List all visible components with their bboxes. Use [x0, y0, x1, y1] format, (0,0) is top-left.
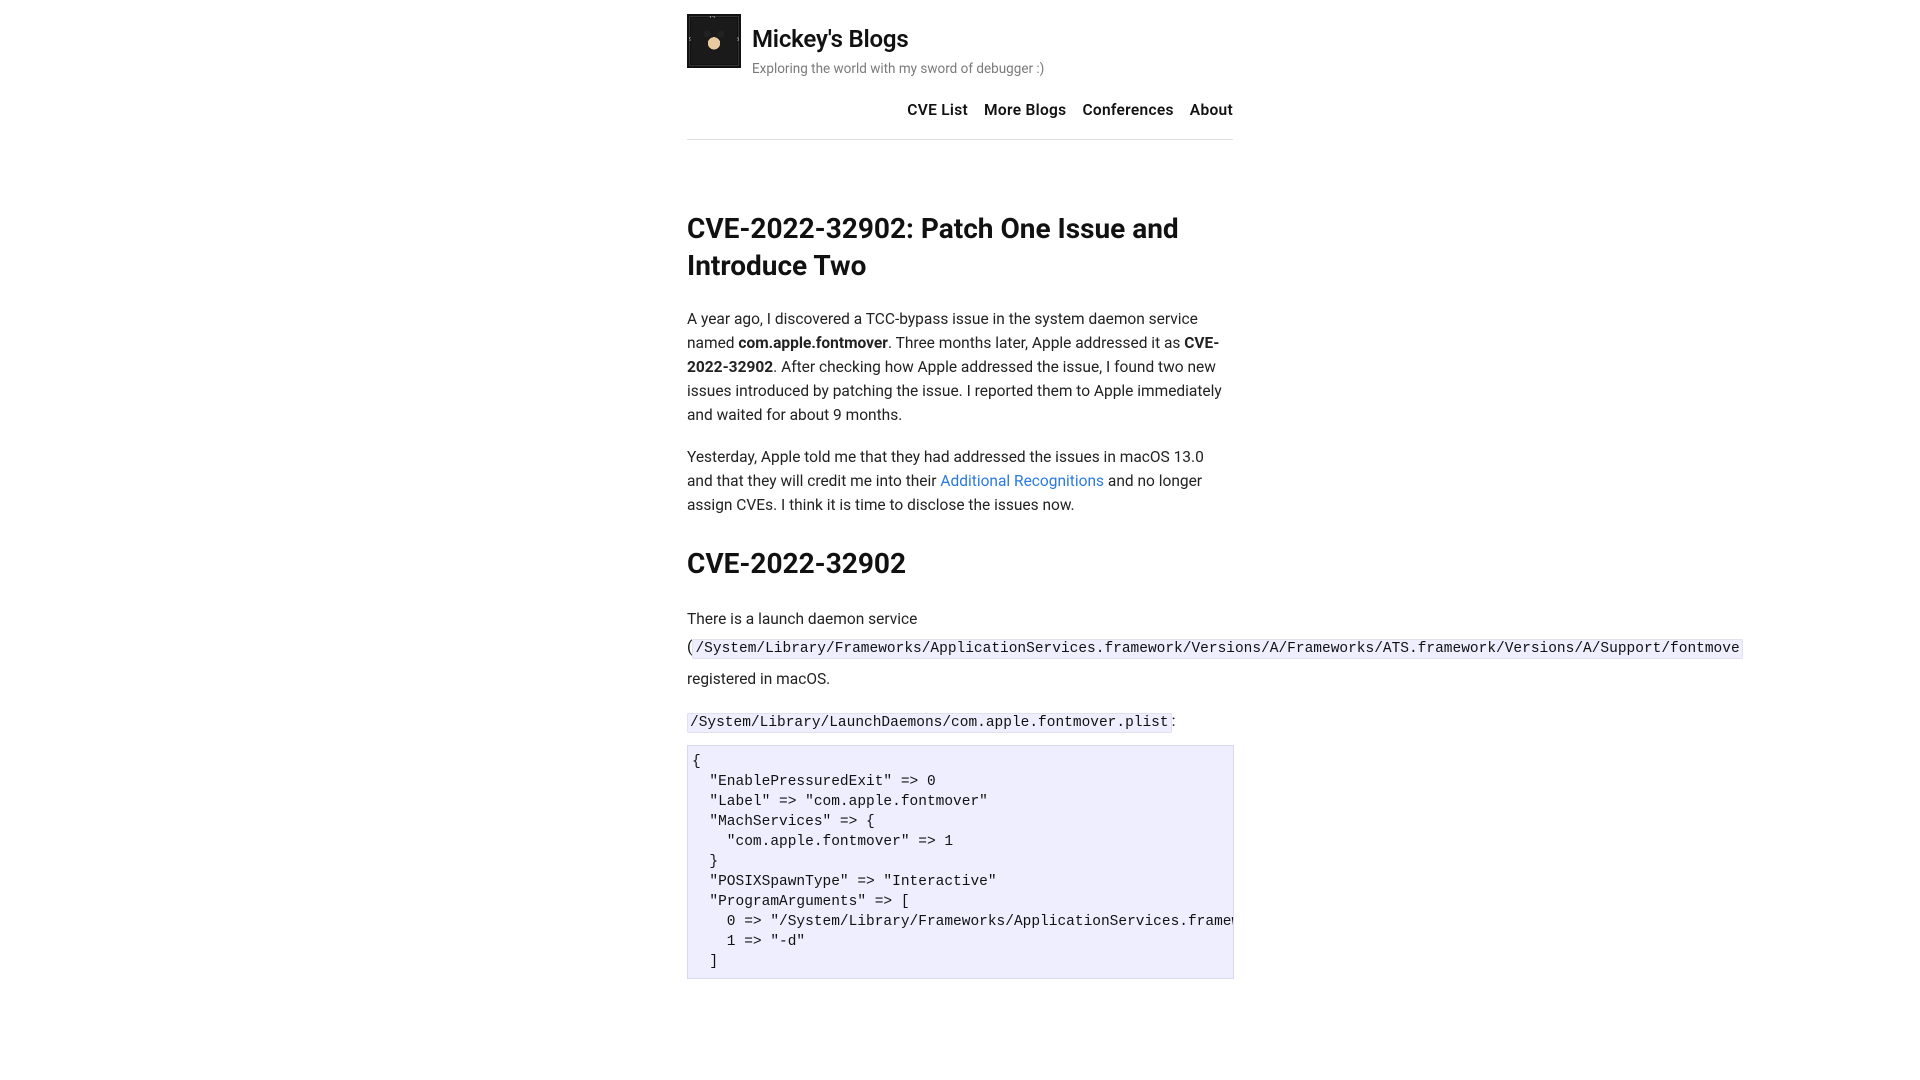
article: CVE-2022-32902: Patch One Issue and Intr…: [687, 140, 1233, 979]
avatar[interactable]: 12 11 1 9 3 8 4: [687, 14, 741, 68]
site-title[interactable]: Mickey's Blogs: [752, 21, 1044, 57]
nav-about[interactable]: About: [1190, 99, 1233, 122]
section-title: CVE-2022-32902: [687, 543, 1233, 585]
p3-text: There is a launch daemon service: [687, 610, 917, 628]
plist-colon: :: [1172, 711, 1176, 730]
p3: There is a launch daemon service: [687, 607, 1233, 631]
intro-paragraph-1: A year ago, I discovered a TCC-bypass is…: [687, 307, 1233, 427]
main-nav: CVE List More Blogs Conferences About: [687, 87, 1233, 139]
plist-codeblock[interactable]: { "EnablePressuredExit" => 0 "Label" => …: [687, 745, 1234, 979]
daemon-path-code: /System/Library/Frameworks/ApplicationSe…: [692, 639, 1742, 659]
intro-paragraph-2: Yesterday, Apple told me that they had a…: [687, 445, 1233, 517]
codeblock-wrap: { "EnablePressuredExit" => 0 "Label" => …: [687, 745, 1234, 979]
p4: registered in macOS.: [687, 667, 1233, 691]
tagline: Exploring the world with my sword of deb…: [752, 59, 1044, 79]
p1-service-name: com.apple.fontmover: [738, 334, 888, 352]
nav-more-blogs[interactable]: More Blogs: [984, 99, 1066, 122]
plist-path-code: /System/Library/LaunchDaemons/com.apple.…: [687, 713, 1172, 733]
article-title: CVE-2022-32902: Patch One Issue and Intr…: [687, 210, 1233, 286]
title-block: Mickey's Blogs Exploring the world with …: [752, 14, 1044, 79]
p4-text: registered in macOS.: [687, 670, 830, 688]
page-container: 12 11 1 9 3 8 4 Mickey's Blogs Exploring…: [687, 0, 1233, 979]
nav-cve-list[interactable]: CVE List: [907, 99, 968, 122]
site-header: 12 11 1 9 3 8 4 Mickey's Blogs Exploring…: [687, 14, 1233, 87]
plist-path-line: /System/Library/LaunchDaemons/com.apple.…: [687, 709, 1233, 735]
nav-conferences[interactable]: Conferences: [1082, 99, 1173, 122]
p1-text-mid: . Three months later, Apple addressed it…: [888, 334, 1184, 352]
daemon-path-line: (/System/Library/Frameworks/ApplicationS…: [687, 635, 1233, 661]
additional-recognitions-link[interactable]: Additional Recognitions: [940, 472, 1104, 490]
